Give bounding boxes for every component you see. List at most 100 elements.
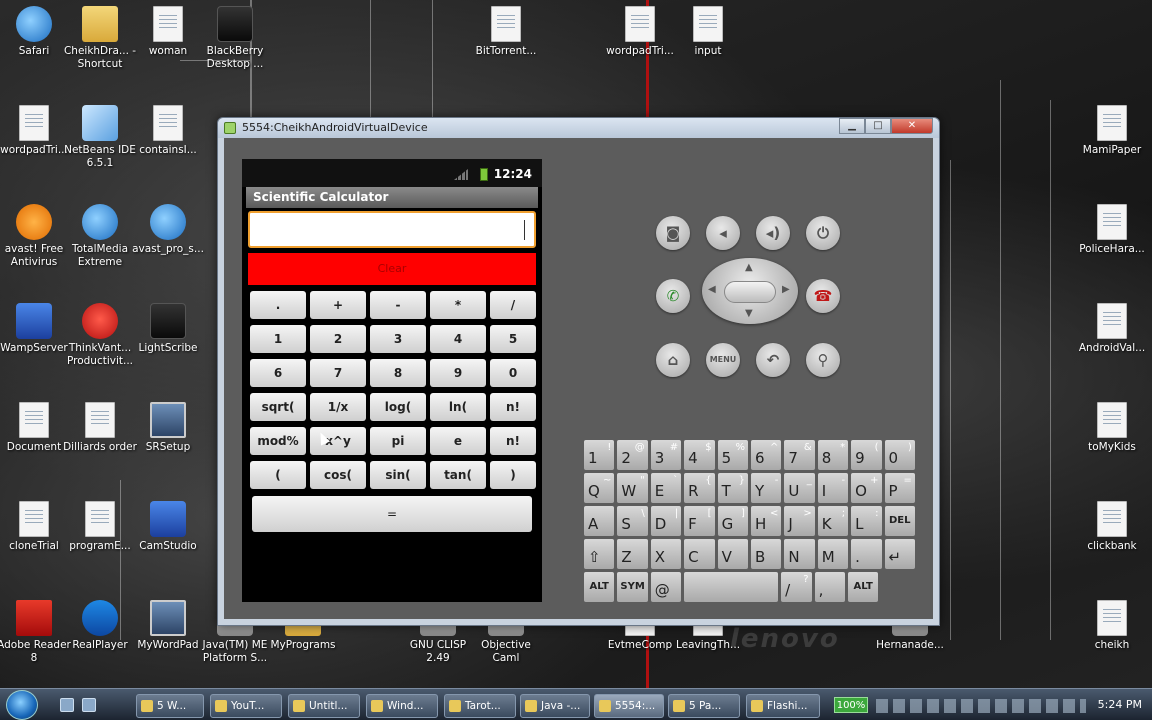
desktop-icon-clickbank[interactable]: clickbank	[1074, 501, 1150, 553]
key-dot[interactable]: .	[250, 291, 306, 319]
key-minus[interactable]: -	[370, 291, 426, 319]
keyboard-key[interactable]: S \	[617, 506, 648, 536]
desktop-icon-thinkvantage[interactable]: ThinkVant... Productivit...	[62, 303, 138, 368]
taskbar-item[interactable]: Wind...	[366, 694, 438, 718]
keyboard-key[interactable]: DEL	[884, 506, 915, 536]
desktop-icon-programe[interactable]: programE...	[62, 501, 138, 553]
keyboard-key[interactable]: ,	[814, 572, 845, 602]
desktop-icon-containsi[interactable]: containsI...	[130, 105, 206, 157]
dpad-center-button[interactable]	[724, 281, 776, 303]
taskbar-item[interactable]: Flashi...	[746, 694, 820, 718]
desktop-icon-srsetup[interactable]: SRSetup	[130, 402, 206, 454]
key-pi[interactable]: pi	[370, 427, 426, 455]
desktop-icon-dilliards[interactable]: Dilliards order	[62, 402, 138, 454]
desktop-icon-androidval[interactable]: AndroidVal...	[1074, 303, 1150, 355]
key-close-paren[interactable]: )	[490, 461, 536, 489]
keyboard-key[interactable]: @	[650, 572, 682, 602]
keyboard-key[interactable]: D |	[650, 506, 682, 536]
dpad-right-icon[interactable]: ▶	[782, 284, 790, 295]
desktop-icon-cheikhdra[interactable]: CheikhDra... - Shortcut	[62, 6, 138, 71]
clear-button[interactable]: Clear	[248, 253, 536, 285]
key-2[interactable]: 2	[310, 325, 366, 353]
start-button[interactable]	[6, 690, 38, 720]
keyboard-key[interactable]: G]	[717, 506, 748, 536]
keyboard-key[interactable]: Q ~	[584, 473, 615, 503]
keyboard-key[interactable]: V	[717, 539, 748, 569]
key-cos[interactable]: cos(	[310, 461, 366, 489]
taskbar-item[interactable]: 5 W...	[136, 694, 204, 718]
show-desktop-icon[interactable]	[60, 698, 74, 712]
volume-up-button[interactable]: ◂)	[756, 216, 790, 250]
key-6[interactable]: 6	[250, 359, 306, 387]
taskbar-item[interactable]: YouT...	[210, 694, 282, 718]
keyboard-key[interactable]: X	[650, 539, 682, 569]
key-factorial-2[interactable]: n!	[490, 427, 536, 455]
menu-button[interactable]: MENU	[706, 343, 740, 377]
key-7[interactable]: 7	[310, 359, 366, 387]
volume-down-button[interactable]: ◂	[706, 216, 740, 250]
key-reciprocal[interactable]: 1/x	[310, 393, 366, 421]
keyboard-key[interactable]: Z	[617, 539, 648, 569]
key-divide[interactable]: /	[490, 291, 536, 319]
taskbar-item-active[interactable]: 5554:...	[594, 694, 664, 718]
desktop-icon-lightscribe[interactable]: LightScribe	[130, 303, 206, 355]
keyboard-key[interactable]: F[	[684, 506, 715, 536]
taskbar-item[interactable]: Untitl...	[288, 694, 360, 718]
keyboard-key[interactable]: K;	[817, 506, 849, 536]
desktop-icon-avast-pro[interactable]: avast_pro_s...	[130, 204, 206, 256]
call-button[interactable]: ✆	[656, 279, 690, 313]
keyboard-key[interactable]: ⇧	[584, 539, 615, 569]
back-button[interactable]: ↶	[756, 343, 790, 377]
key-1[interactable]: 1	[250, 325, 306, 353]
keyboard-key[interactable]: C	[684, 539, 715, 569]
dpad-up-icon[interactable]: ▲	[745, 262, 753, 273]
desktop-icon-tomykids[interactable]: toMyKids	[1074, 402, 1150, 454]
maximize-button[interactable]: □	[865, 118, 891, 134]
switch-windows-icon[interactable]	[82, 698, 96, 712]
keyboard-key[interactable]: .	[851, 539, 882, 569]
power-button[interactable]: ⏻	[806, 216, 840, 250]
key-open-paren[interactable]: (	[250, 461, 306, 489]
keyboard-key[interactable]: J >	[784, 506, 815, 536]
key-9[interactable]: 9	[430, 359, 486, 387]
keyboard-key[interactable]: H <	[750, 506, 782, 536]
expression-input[interactable]	[248, 211, 536, 248]
keyboard-key[interactable]: ALT	[584, 572, 615, 602]
key-8[interactable]: 8	[370, 359, 426, 387]
desktop-icon-totalmedia[interactable]: TotalMedia Extreme	[62, 204, 138, 269]
desktop-icon-input[interactable]: input	[670, 6, 746, 58]
keyboard-key[interactable]	[684, 572, 779, 602]
search-button[interactable]: ⚲	[806, 343, 840, 377]
minimize-button[interactable]: ▁	[839, 118, 865, 134]
keyboard-key[interactable]: ↵	[884, 539, 915, 569]
taskbar-item[interactable]: Tarot...	[444, 694, 516, 718]
desktop-icon-mywordpad[interactable]: MyWordPad	[130, 600, 206, 652]
taskbar-item[interactable]: Java -...	[520, 694, 590, 718]
keyboard-key[interactable]: P =	[884, 473, 915, 503]
window-titlebar[interactable]: 5554:CheikhAndroidVirtualDevice ▁ □ ✕	[218, 118, 939, 138]
desktop-icon-mamipaper[interactable]: MamiPaper	[1074, 105, 1150, 157]
expression-field[interactable]	[250, 213, 534, 246]
equals-button[interactable]: =	[252, 496, 532, 532]
key-ln[interactable]: ln(	[430, 393, 486, 421]
keyboard-key[interactable]: SYM	[617, 572, 648, 602]
key-4[interactable]: 4	[430, 325, 486, 353]
desktop-icon-woman[interactable]: woman	[130, 6, 206, 58]
keyboard-key[interactable]: B	[750, 539, 782, 569]
dpad[interactable]: ▲ ▼ ◀ ▶	[702, 258, 798, 324]
dpad-left-icon[interactable]: ◀	[708, 284, 716, 295]
keyboard-key[interactable]: /?	[781, 572, 812, 602]
key-sqrt[interactable]: sqrt(	[250, 393, 306, 421]
desktop-icon-netbeans[interactable]: NetBeans IDE 6.5.1	[62, 105, 138, 170]
key-plus[interactable]: +	[310, 291, 366, 319]
keyboard-key[interactable]: M	[817, 539, 849, 569]
key-0[interactable]: 0	[490, 359, 536, 387]
keyboard-key[interactable]: ALT	[847, 572, 879, 602]
home-button[interactable]: ⌂	[656, 343, 690, 377]
camera-button[interactable]: ◙	[656, 216, 690, 250]
key-e[interactable]: e	[430, 427, 486, 455]
keyboard-key[interactable]: A	[584, 506, 615, 536]
key-log[interactable]: log(	[370, 393, 426, 421]
desktop-icon-camstudio[interactable]: CamStudio	[130, 501, 206, 553]
end-call-button[interactable]: ☎	[806, 279, 840, 313]
